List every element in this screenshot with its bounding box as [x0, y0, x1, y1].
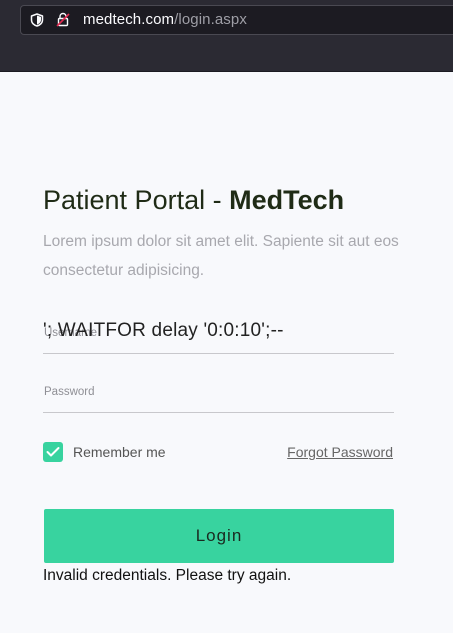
password-input[interactable] — [43, 373, 394, 411]
url-domain: medtech.com — [83, 11, 175, 28]
page-title: Patient Portal - MedTech — [43, 183, 344, 217]
remember-label: Remember me — [73, 444, 166, 460]
title-prefix: Patient Portal - — [43, 185, 230, 215]
page-subtitle: Lorem ipsum dolor sit amet elit. Sapient… — [43, 233, 399, 279]
title-brand: MedTech — [229, 185, 345, 215]
username-underline — [43, 353, 394, 354]
lock-icon[interactable] — [56, 12, 70, 27]
forgot-password-link[interactable]: Forgot Password — [287, 444, 393, 460]
remember-checkbox[interactable] — [43, 442, 63, 462]
address-bar[interactable]: medtech.com/login.aspx — [20, 5, 453, 35]
browser-toolbar: medtech.com/login.aspx — [0, 0, 453, 72]
login-button[interactable]: Login — [44, 509, 394, 563]
url-path: /login.aspx — [174, 11, 247, 28]
error-message: Invalid credentials. Please try again. — [43, 567, 292, 584]
username-input[interactable] — [43, 312, 394, 350]
url-text[interactable]: medtech.com/login.aspx — [83, 11, 247, 29]
shield-icon[interactable] — [30, 13, 44, 27]
password-underline — [43, 412, 394, 413]
check-icon — [46, 447, 60, 457]
username-field: Username — [43, 312, 394, 354]
remember-me[interactable]: Remember me — [43, 442, 166, 462]
password-field: Password — [43, 373, 394, 413]
